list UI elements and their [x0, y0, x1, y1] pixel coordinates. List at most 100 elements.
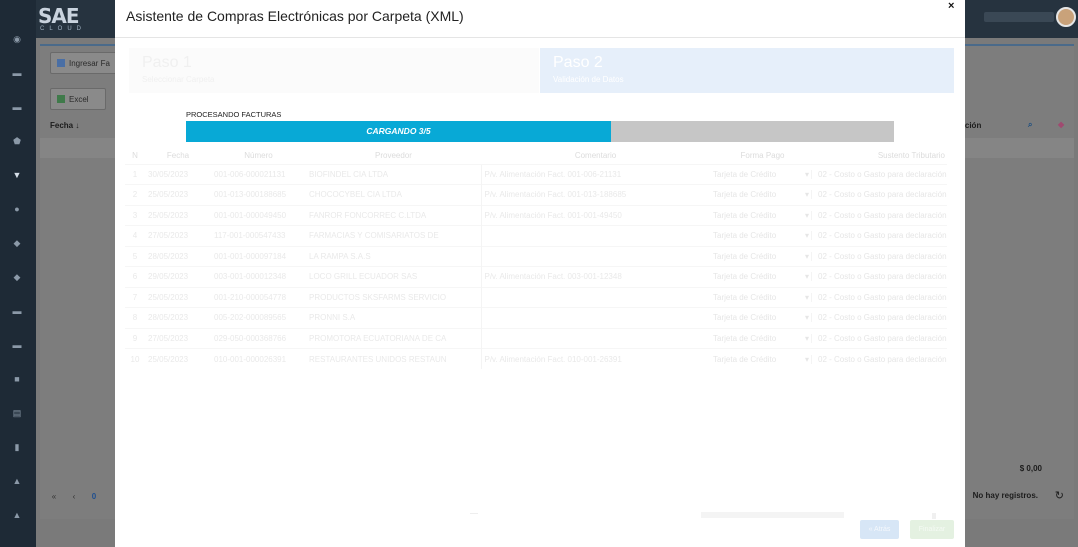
cell-forma-pago[interactable]: Tarjeta de Crédito ▾	[710, 245, 815, 267]
cell-forma-pago[interactable]: Tarjeta de Crédito ▾	[710, 266, 815, 287]
forma-pago-value: Tarjeta de Crédito	[713, 333, 777, 343]
cell-sustento[interactable]: 02 - Costo o Gasto para declaración	[815, 327, 947, 349]
step-2[interactable]: Paso 2 Validación de Datos	[540, 48, 954, 93]
table-row[interactable]: 2 25/05/2023 001-013-000188685 CHOCOCYBEL C…	[125, 184, 947, 205]
cell-comentario	[480, 225, 710, 246]
chevron-down-icon[interactable]: ▾	[805, 293, 809, 302]
cell-sustento[interactable]: 02 - Costo o Gasto para declaración	[815, 245, 947, 267]
cell-proveedor: PROMOTORA ECUATORIANA DE CA	[306, 327, 481, 349]
cell-numero: 005-202-000089565	[211, 307, 306, 328]
list-icon[interactable]: ▬	[11, 102, 23, 112]
chevron-down-icon[interactable]: ▾	[805, 170, 809, 179]
cell-comentario: P/v. Alimentación Fact. 010-001-26391	[480, 348, 710, 369]
back-button[interactable]: « Atrás	[860, 520, 899, 539]
cell-comentario: P/v. Alimentación Fact. 003-001-12348	[480, 266, 710, 287]
chevron-down-icon[interactable]: ▾	[805, 313, 809, 322]
cell-numero: 001-001-000097184	[211, 245, 306, 267]
step-1[interactable]: Paso 1 Seleccionar Carpeta	[129, 48, 539, 93]
tag2-icon[interactable]: ◆	[11, 272, 23, 282]
sidebar: ◉ ▬ ▬ ⬟ ▼ ● ◆ ◆ ▬ ▬ ■ ▤ ▮ ▲ ▲	[0, 0, 36, 547]
chevron-down-icon[interactable]: ▾	[805, 211, 809, 220]
chevron-down-icon[interactable]: ▾	[805, 355, 809, 364]
invoice-table: N Fecha Número Proveedor Comentario Form…	[125, 147, 947, 369]
finish-button[interactable]: Finalizar	[910, 520, 954, 539]
prev-page-icon[interactable]: ‹	[64, 486, 84, 508]
cell-n: 9	[125, 327, 145, 349]
cell-forma-pago[interactable]: Tarjeta de Crédito ▾	[710, 307, 815, 328]
table-row[interactable]: 8 28/05/2023 005-202-000089565 PRONNI S.A Ta…	[125, 307, 947, 328]
chevron-down-icon[interactable]: ▾	[805, 190, 809, 199]
cart-icon[interactable]: ▼	[11, 170, 23, 180]
cell-numero: 001-001-000049450	[211, 204, 306, 226]
progress-text: CARGANDO 3/5	[366, 126, 431, 136]
chevron-down-icon[interactable]: ▾	[805, 231, 809, 240]
forma-pago-value: Tarjeta de Crédito	[713, 313, 777, 323]
chevron-down-icon[interactable]: ▾	[805, 334, 809, 343]
step-2-subtitle: Validación de Datos	[553, 75, 624, 84]
cell-forma-pago[interactable]: Tarjeta de Crédito ▾	[710, 348, 815, 369]
cell-forma-pago[interactable]: Tarjeta de Crédito ▾	[710, 184, 815, 205]
first-page-icon[interactable]: «	[44, 486, 64, 508]
cell-forma-pago[interactable]: Tarjeta de Crédito ▾	[710, 204, 815, 226]
table-row[interactable]: 4 27/05/2023 117-001-000547433 FARMACIAS Y …	[125, 225, 947, 246]
cell-sustento[interactable]: 02 - Costo o Gasto para declaración	[815, 286, 947, 308]
table-row[interactable]: 5 28/05/2023 001-001-000097184 LA RAMPA S.A…	[125, 245, 947, 267]
eraser-icon[interactable]: ◆	[1058, 120, 1064, 129]
graduation2-icon[interactable]: ▲	[11, 510, 23, 520]
calc-icon[interactable]: ▬	[11, 306, 23, 316]
cell-sustento[interactable]: 02 - Costo o Gasto para declaración	[815, 204, 947, 226]
cell-proveedor: PRODUCTOS SKSFARMS SERVICIO	[306, 286, 481, 308]
cell-sustento[interactable]: 02 - Costo o Gasto para declaración	[815, 225, 947, 246]
cell-n: 1	[125, 163, 145, 185]
cell-numero: 029-050-000368766	[211, 327, 306, 349]
col-sustento: Sustento Tributario	[877, 150, 945, 160]
modal-header: Asistente de Compras Electrónicas por Ca…	[115, 0, 965, 38]
excel-button[interactable]: Excel	[50, 88, 106, 110]
cell-proveedor: FARMACIAS Y COMISARIATOS DE	[306, 225, 481, 246]
table-row[interactable]: 1 30/05/2023 001-006-000021131 BIOFINDEL CI…	[125, 163, 947, 185]
refresh-icon[interactable]: ↻	[1055, 489, 1064, 502]
table-row[interactable]: 6 29/05/2023 003-001-000012348 LOCO GRILL E…	[125, 266, 947, 287]
progress-label: PROCESANDO FACTURAS	[186, 110, 282, 119]
cell-sustento[interactable]: 02 - Costo o Gasto para declaración	[815, 266, 947, 287]
cell-fecha: 30/05/2023	[145, 163, 211, 185]
chevron-down-icon[interactable]: ▾	[805, 252, 809, 261]
dashboard-icon[interactable]: ◉	[11, 34, 23, 44]
cell-forma-pago[interactable]: Tarjeta de Crédito ▾	[710, 286, 815, 308]
table-icon[interactable]: ▤	[11, 408, 23, 418]
cell-comentario	[480, 245, 710, 267]
table-row[interactable]: 9 27/05/2023 029-050-000368766 PROMOTORA EC…	[125, 327, 947, 349]
fecha-column-header[interactable]: Fecha ↓	[50, 121, 79, 130]
search-icon[interactable]: ⌕	[1028, 120, 1032, 130]
shield-icon[interactable]: ⬟	[11, 136, 23, 146]
cell-proveedor: LOCO GRILL ECUADOR SAS	[306, 266, 481, 287]
bank-icon[interactable]: ▬	[11, 340, 23, 350]
table-row[interactable]: 10 25/05/2023 010-001-000026391 RESTAURANTE…	[125, 348, 947, 369]
footer-divider	[470, 513, 478, 514]
close-icon[interactable]: ×	[948, 0, 954, 12]
avatar[interactable]	[1056, 7, 1076, 27]
cell-sustento[interactable]: 02 - Costo o Gasto para declaración	[815, 163, 947, 185]
page-number[interactable]: 0	[84, 486, 104, 508]
footer-scroll[interactable]	[701, 512, 844, 518]
footer-handle[interactable]	[932, 513, 936, 519]
cell-forma-pago[interactable]: Tarjeta de Crédito ▾	[710, 327, 815, 349]
cell-numero: 117-001-000547433	[211, 225, 306, 246]
cell-proveedor: CHOCOCYBEL CIA LTDA	[306, 184, 481, 205]
table-row[interactable]: 7 25/05/2023 001-210-000054778 PRODUCTOS SK…	[125, 286, 947, 308]
cell-forma-pago[interactable]: Tarjeta de Crédito ▾	[710, 225, 815, 246]
chevron-down-icon[interactable]: ▾	[805, 272, 809, 281]
cell-sustento[interactable]: 02 - Costo o Gasto para declaración	[815, 348, 947, 369]
document-icon[interactable]: ▮	[11, 442, 23, 452]
cell-fecha: 25/05/2023	[145, 184, 211, 205]
cell-sustento[interactable]: 02 - Costo o Gasto para declaración	[815, 307, 947, 328]
menu-icon[interactable]: ▬	[11, 68, 23, 78]
table-row[interactable]: 3 25/05/2023 001-001-000049450 FANROR FONCO…	[125, 204, 947, 226]
user-icon[interactable]: ●	[11, 204, 23, 214]
briefcase-icon[interactable]: ■	[11, 374, 23, 384]
cell-sustento[interactable]: 02 - Costo o Gasto para declaración	[815, 184, 947, 205]
tag-icon[interactable]: ◆	[11, 238, 23, 248]
ingresar-button[interactable]: Ingresar Fa	[50, 52, 120, 74]
graduation-icon[interactable]: ▲	[11, 476, 23, 486]
cell-forma-pago[interactable]: Tarjeta de Crédito ▾	[710, 163, 815, 185]
